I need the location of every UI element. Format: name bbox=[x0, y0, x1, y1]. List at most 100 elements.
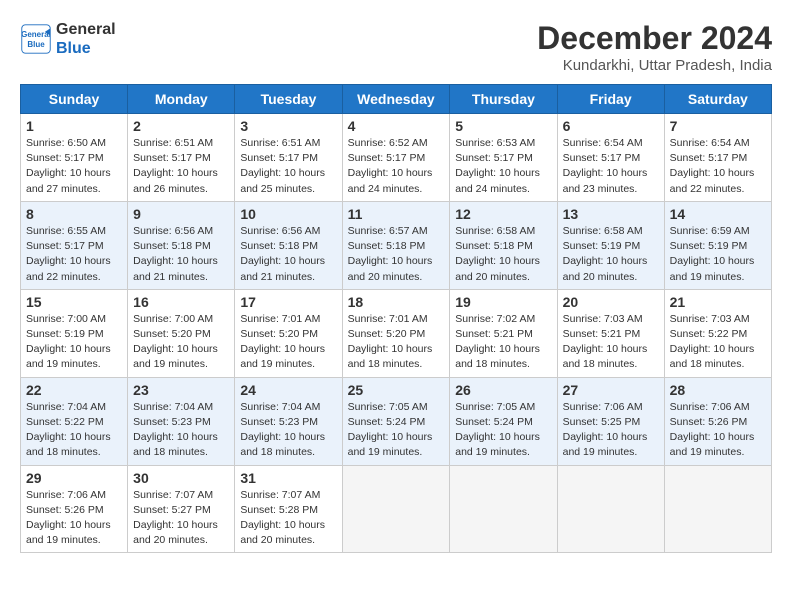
calendar-cell: 24 Sunrise: 7:04 AMSunset: 5:23 PMDayligh… bbox=[235, 377, 342, 465]
calendar-cell: 11 Sunrise: 6:57 AMSunset: 5:18 PMDayligh… bbox=[342, 201, 450, 289]
weekday-header-monday: Monday bbox=[128, 85, 235, 114]
calendar-cell: 15Sunrise: 7:00 AMSunset: 5:19 PMDayligh… bbox=[21, 289, 128, 377]
day-info: Sunrise: 7:04 AMSunset: 5:23 PMDaylight:… bbox=[133, 400, 229, 461]
week-row-2: 8 Sunrise: 6:55 AMSunset: 5:17 PMDaylight… bbox=[21, 201, 772, 289]
calendar-cell: 19Sunrise: 7:02 AMSunset: 5:21 PMDayligh… bbox=[450, 289, 557, 377]
day-number: 8 bbox=[26, 206, 122, 222]
day-number: 10 bbox=[240, 206, 336, 222]
calendar-cell: 25Sunrise: 7:05 AMSunset: 5:24 PMDayligh… bbox=[342, 377, 450, 465]
day-info: Sunrise: 6:54 AMSunset: 5:17 PMDaylight:… bbox=[563, 136, 659, 197]
day-number: 15 bbox=[26, 294, 122, 310]
day-number: 25 bbox=[348, 382, 445, 398]
day-info: Sunrise: 7:06 AMSunset: 5:26 PMDaylight:… bbox=[670, 400, 766, 461]
day-number: 31 bbox=[240, 470, 336, 486]
calendar-cell: 30 Sunrise: 7:07 AMSunset: 5:27 PMDayligh… bbox=[128, 465, 235, 553]
calendar-cell: 23 Sunrise: 7:04 AMSunset: 5:23 PMDayligh… bbox=[128, 377, 235, 465]
week-row-3: 15Sunrise: 7:00 AMSunset: 5:19 PMDayligh… bbox=[21, 289, 772, 377]
day-number: 7 bbox=[670, 118, 766, 134]
day-number: 30 bbox=[133, 470, 229, 486]
logo: General Blue General Blue bbox=[20, 20, 116, 58]
day-info: Sunrise: 6:54 AMSunset: 5:17 PMDaylight:… bbox=[670, 136, 766, 197]
day-info: Sunrise: 6:51 AMSunset: 5:17 PMDaylight:… bbox=[240, 136, 336, 197]
weekday-header-wednesday: Wednesday bbox=[342, 85, 450, 114]
calendar-cell bbox=[342, 465, 450, 553]
calendar-cell: 12 Sunrise: 6:58 AMSunset: 5:18 PMDayligh… bbox=[450, 201, 557, 289]
calendar-cell: 18Sunrise: 7:01 AMSunset: 5:20 PMDayligh… bbox=[342, 289, 450, 377]
calendar-cell bbox=[664, 465, 771, 553]
calendar-cell bbox=[557, 465, 664, 553]
calendar: SundayMondayTuesdayWednesdayThursdayFrid… bbox=[20, 84, 772, 553]
day-info: Sunrise: 7:06 AMSunset: 5:26 PMDaylight:… bbox=[26, 488, 122, 549]
calendar-cell: 3Sunrise: 6:51 AMSunset: 5:17 PMDaylight… bbox=[235, 114, 342, 202]
day-info: Sunrise: 7:01 AMSunset: 5:20 PMDaylight:… bbox=[348, 312, 445, 373]
weekday-header-row: SundayMondayTuesdayWednesdayThursdayFrid… bbox=[21, 85, 772, 114]
calendar-cell: 10 Sunrise: 6:56 AMSunset: 5:18 PMDayligh… bbox=[235, 201, 342, 289]
title-block: December 2024 Kundarkhi, Uttar Pradesh, … bbox=[537, 20, 772, 74]
day-info: Sunrise: 6:50 AMSunset: 5:17 PMDaylight:… bbox=[26, 136, 122, 197]
day-number: 5 bbox=[455, 118, 551, 134]
weekday-header-friday: Friday bbox=[557, 85, 664, 114]
location: Kundarkhi, Uttar Pradesh, India bbox=[537, 57, 772, 74]
day-number: 17 bbox=[240, 294, 336, 310]
weekday-header-sunday: Sunday bbox=[21, 85, 128, 114]
day-info: Sunrise: 7:07 AMSunset: 5:28 PMDaylight:… bbox=[240, 488, 336, 549]
week-row-5: 29Sunrise: 7:06 AMSunset: 5:26 PMDayligh… bbox=[21, 465, 772, 553]
calendar-cell: 8 Sunrise: 6:55 AMSunset: 5:17 PMDaylight… bbox=[21, 201, 128, 289]
day-number: 20 bbox=[563, 294, 659, 310]
day-number: 2 bbox=[133, 118, 229, 134]
calendar-cell: 9Sunrise: 6:56 AMSunset: 5:18 PMDaylight… bbox=[128, 201, 235, 289]
page-header: General Blue General Blue December 2024 … bbox=[20, 20, 772, 74]
day-number: 14 bbox=[670, 206, 766, 222]
weekday-header-saturday: Saturday bbox=[664, 85, 771, 114]
logo-line1: General bbox=[56, 20, 116, 39]
day-number: 4 bbox=[348, 118, 445, 134]
day-info: Sunrise: 6:59 AMSunset: 5:19 PMDaylight:… bbox=[670, 224, 766, 285]
logo-icon: General Blue bbox=[20, 23, 52, 55]
calendar-cell: 4 Sunrise: 6:52 AMSunset: 5:17 PMDaylight… bbox=[342, 114, 450, 202]
day-info: Sunrise: 6:52 AMSunset: 5:17 PMDaylight:… bbox=[348, 136, 445, 197]
day-info: Sunrise: 6:51 AMSunset: 5:17 PMDaylight:… bbox=[133, 136, 229, 197]
day-info: Sunrise: 7:03 AMSunset: 5:21 PMDaylight:… bbox=[563, 312, 659, 373]
calendar-cell: 22 Sunrise: 7:04 AMSunset: 5:22 PMDayligh… bbox=[21, 377, 128, 465]
day-info: Sunrise: 7:04 AMSunset: 5:22 PMDaylight:… bbox=[26, 400, 122, 461]
day-info: Sunrise: 6:56 AMSunset: 5:18 PMDaylight:… bbox=[133, 224, 229, 285]
day-number: 12 bbox=[455, 206, 551, 222]
week-row-1: 1 Sunrise: 6:50 AMSunset: 5:17 PMDaylight… bbox=[21, 114, 772, 202]
weekday-header-tuesday: Tuesday bbox=[235, 85, 342, 114]
calendar-cell bbox=[450, 465, 557, 553]
day-info: Sunrise: 6:58 AMSunset: 5:18 PMDaylight:… bbox=[455, 224, 551, 285]
calendar-cell: 29Sunrise: 7:06 AMSunset: 5:26 PMDayligh… bbox=[21, 465, 128, 553]
weekday-header-thursday: Thursday bbox=[450, 85, 557, 114]
calendar-cell: 13Sunrise: 6:58 AMSunset: 5:19 PMDayligh… bbox=[557, 201, 664, 289]
calendar-cell: 28Sunrise: 7:06 AMSunset: 5:26 PMDayligh… bbox=[664, 377, 771, 465]
day-number: 6 bbox=[563, 118, 659, 134]
day-info: Sunrise: 6:58 AMSunset: 5:19 PMDaylight:… bbox=[563, 224, 659, 285]
day-number: 23 bbox=[133, 382, 229, 398]
calendar-cell: 27Sunrise: 7:06 AMSunset: 5:25 PMDayligh… bbox=[557, 377, 664, 465]
day-info: Sunrise: 6:53 AMSunset: 5:17 PMDaylight:… bbox=[455, 136, 551, 197]
day-info: Sunrise: 7:04 AMSunset: 5:23 PMDaylight:… bbox=[240, 400, 336, 461]
logo-line2: Blue bbox=[56, 39, 116, 58]
month-title: December 2024 bbox=[537, 20, 772, 57]
day-number: 16 bbox=[133, 294, 229, 310]
day-number: 19 bbox=[455, 294, 551, 310]
day-info: Sunrise: 6:55 AMSunset: 5:17 PMDaylight:… bbox=[26, 224, 122, 285]
day-info: Sunrise: 7:07 AMSunset: 5:27 PMDaylight:… bbox=[133, 488, 229, 549]
day-info: Sunrise: 7:01 AMSunset: 5:20 PMDaylight:… bbox=[240, 312, 336, 373]
day-number: 24 bbox=[240, 382, 336, 398]
day-number: 1 bbox=[26, 118, 122, 134]
calendar-cell: 20 Sunrise: 7:03 AMSunset: 5:21 PMDayligh… bbox=[557, 289, 664, 377]
day-number: 21 bbox=[670, 294, 766, 310]
day-info: Sunrise: 7:05 AMSunset: 5:24 PMDaylight:… bbox=[455, 400, 551, 461]
day-info: Sunrise: 7:00 AMSunset: 5:20 PMDaylight:… bbox=[133, 312, 229, 373]
calendar-cell: 7 Sunrise: 6:54 AMSunset: 5:17 PMDaylight… bbox=[664, 114, 771, 202]
calendar-cell: 1 Sunrise: 6:50 AMSunset: 5:17 PMDaylight… bbox=[21, 114, 128, 202]
calendar-cell: 21 Sunrise: 7:03 AMSunset: 5:22 PMDayligh… bbox=[664, 289, 771, 377]
day-info: Sunrise: 7:03 AMSunset: 5:22 PMDaylight:… bbox=[670, 312, 766, 373]
day-info: Sunrise: 6:56 AMSunset: 5:18 PMDaylight:… bbox=[240, 224, 336, 285]
calendar-cell: 2 Sunrise: 6:51 AMSunset: 5:17 PMDaylight… bbox=[128, 114, 235, 202]
day-info: Sunrise: 6:57 AMSunset: 5:18 PMDaylight:… bbox=[348, 224, 445, 285]
calendar-cell: 14 Sunrise: 6:59 AMSunset: 5:19 PMDayligh… bbox=[664, 201, 771, 289]
day-number: 11 bbox=[348, 206, 445, 222]
day-number: 22 bbox=[26, 382, 122, 398]
